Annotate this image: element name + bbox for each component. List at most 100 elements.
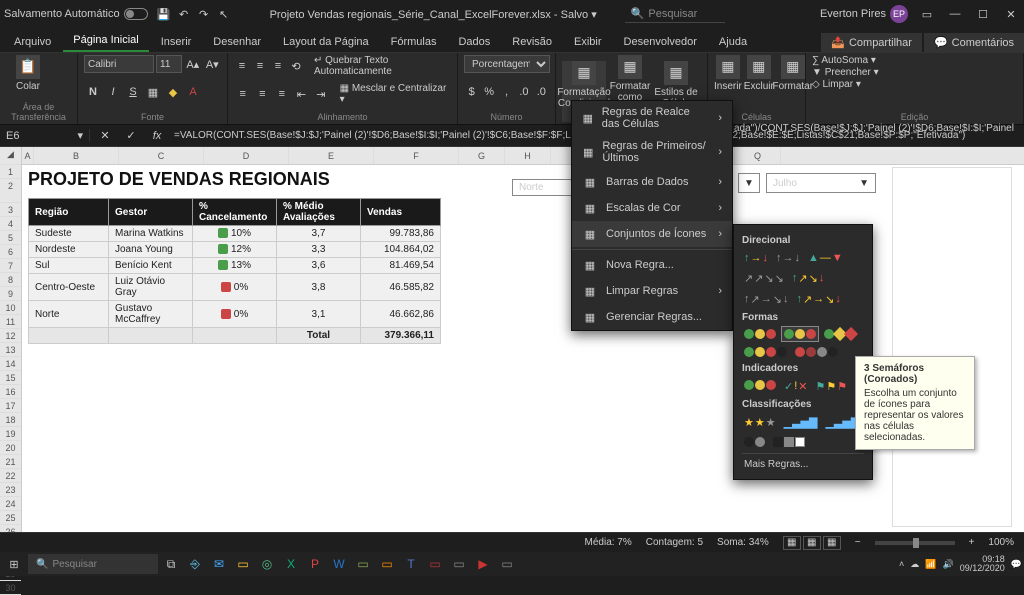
taskbar-app[interactable]: ▭: [232, 554, 254, 574]
currency-icon[interactable]: $: [464, 83, 479, 101]
align-bottom-icon[interactable]: ≡: [270, 57, 286, 75]
comments-button[interactable]: 💬 Comentários: [924, 33, 1024, 52]
iconset-arrows-5-gray[interactable]: ↑↗→↘↓: [742, 291, 790, 308]
bold-icon[interactable]: N: [84, 83, 102, 101]
iconset-symbols-circled[interactable]: [742, 378, 778, 395]
taskbar-app[interactable]: ▭: [352, 554, 374, 574]
autosave-toggle[interactable]: Salvamento Automático: [4, 8, 148, 20]
iconset-symbols[interactable]: ✓!✕: [782, 378, 810, 395]
iconset-stars[interactable]: ★★★: [742, 414, 778, 431]
taskbar-app[interactable]: ✉: [208, 554, 230, 574]
menu-data-bars[interactable]: ▦Barras de Dados›: [572, 169, 732, 195]
indent-in-icon[interactable]: ⇥: [312, 85, 330, 103]
font-color-icon[interactable]: A: [184, 83, 202, 101]
redo-icon[interactable]: ↷: [196, 6, 212, 22]
notifications-icon[interactable]: 💬: [1011, 559, 1022, 570]
align-top-icon[interactable]: ≡: [234, 57, 250, 75]
taskbar-app[interactable]: X: [280, 554, 302, 574]
align-right-icon[interactable]: ≡: [273, 85, 291, 103]
fill-color-icon[interactable]: ◆: [164, 83, 182, 101]
format-cells-button[interactable]: ▦Formatar: [776, 55, 810, 92]
iconset-traffic-4[interactable]: [742, 345, 789, 359]
iconset-flags[interactable]: ⚑⚑⚑: [814, 378, 850, 395]
accept-formula-icon[interactable]: ✓: [122, 127, 140, 145]
percent-icon[interactable]: %: [481, 83, 496, 101]
tab-pagina-inicial[interactable]: Página Inicial: [63, 30, 148, 52]
iconset-traffic-3-rimmed[interactable]: [782, 327, 818, 341]
menu-manage-rules[interactable]: ▦Gerenciar Regras...: [572, 304, 732, 330]
iconset-arrows-3-color[interactable]: ↑→↓: [742, 250, 770, 266]
region-selector[interactable]: Norte: [512, 179, 572, 196]
menu-icon-sets[interactable]: ▦Conjuntos de Ícones›: [572, 221, 732, 247]
tray-volume-icon[interactable]: 🔊: [943, 559, 954, 570]
taskbar-app[interactable]: ⎆: [184, 554, 206, 574]
month-selector[interactable]: Julho▼: [766, 173, 876, 193]
tab-revisao[interactable]: Revisão: [502, 32, 562, 52]
view-break-icon[interactable]: ▦: [823, 536, 841, 550]
merge-button[interactable]: ▦ Mesclar e Centralizar ▾: [340, 83, 451, 105]
comma-icon[interactable]: ,: [499, 83, 514, 101]
start-button[interactable]: ⊞: [2, 554, 26, 574]
increase-decimal-icon[interactable]: .0: [516, 83, 531, 101]
ribbon-options-icon[interactable]: ▭: [918, 5, 936, 23]
zoom-out-icon[interactable]: −: [855, 537, 861, 548]
tab-dados[interactable]: Dados: [448, 32, 500, 52]
orientation-icon[interactable]: ⟲: [288, 57, 304, 75]
tray-wifi-icon[interactable]: 📶: [925, 559, 936, 570]
grow-font-icon[interactable]: A▴: [184, 55, 202, 73]
menu-color-scales[interactable]: ▦Escalas de Cor›: [572, 195, 732, 221]
align-left-icon[interactable]: ≡: [234, 85, 252, 103]
font-name-select[interactable]: [84, 55, 154, 73]
taskbar-app[interactable]: ▭: [424, 554, 446, 574]
name-box[interactable]: E6▾: [0, 129, 90, 142]
zoom-in-icon[interactable]: +: [969, 537, 975, 548]
insert-cells-button[interactable]: ▦Inserir: [714, 55, 742, 92]
view-layout-icon[interactable]: ▦: [803, 536, 821, 550]
iconset-redblack[interactable]: [793, 345, 840, 359]
iconset-boxes[interactable]: [771, 435, 807, 449]
view-normal-icon[interactable]: ▦: [783, 536, 801, 550]
decrease-decimal-icon[interactable]: .0: [534, 83, 549, 101]
iconset-arrows-4-gray[interactable]: ↗↗↘↘: [742, 270, 786, 287]
minimize-icon[interactable]: —: [946, 5, 964, 23]
taskbar-app[interactable]: ▭: [496, 554, 518, 574]
close-icon[interactable]: ✕: [1002, 5, 1020, 23]
fx-icon[interactable]: fx: [148, 127, 166, 145]
align-center-icon[interactable]: ≡: [254, 85, 272, 103]
tab-layout[interactable]: Layout da Página: [273, 32, 379, 52]
tab-ajuda[interactable]: Ajuda: [709, 32, 757, 52]
maximize-icon[interactable]: ☐: [974, 5, 992, 23]
tray-chevron-icon[interactable]: ˄: [899, 559, 904, 569]
tray-cloud-icon[interactable]: ☁: [910, 559, 919, 570]
taskbar-clock[interactable]: 09:18 09/12/2020: [960, 555, 1005, 573]
iconset-signs[interactable]: [822, 327, 858, 341]
select-all-corner[interactable]: ◢: [0, 147, 21, 165]
search-box[interactable]: 🔍 Pesquisar: [625, 5, 725, 23]
user-account[interactable]: Everton Pires EP: [820, 5, 908, 23]
font-size-select[interactable]: [156, 55, 182, 73]
cursor-icon[interactable]: ↖: [216, 6, 232, 22]
border-icon[interactable]: ▦: [144, 83, 162, 101]
underline-icon[interactable]: S: [124, 83, 142, 101]
system-tray[interactable]: ˄ ☁ 📶 🔊 09:18 09/12/2020 💬: [899, 555, 1022, 573]
taskbar-app[interactable]: P: [304, 554, 326, 574]
delete-cells-button[interactable]: ▦Excluir: [744, 55, 774, 92]
selector-dropdown-1[interactable]: ▼: [738, 173, 760, 193]
number-format-select[interactable]: Porcentagem: [464, 55, 550, 73]
iconset-traffic-3[interactable]: [742, 327, 778, 341]
iconset-triangles[interactable]: ▲—▼: [806, 250, 845, 266]
cancel-formula-icon[interactable]: ✕: [96, 127, 114, 145]
more-rules-link[interactable]: Mais Regras...: [742, 456, 864, 473]
menu-new-rule[interactable]: ▦Nova Regra...: [572, 252, 732, 278]
task-view-icon[interactable]: ⧉: [160, 554, 182, 574]
tab-formulas[interactable]: Fórmulas: [381, 32, 447, 52]
share-button[interactable]: 📤 Compartilhar: [821, 33, 922, 52]
shrink-font-icon[interactable]: A▾: [204, 55, 222, 73]
paste-button[interactable]: 📋Colar: [6, 55, 50, 92]
taskbar-search[interactable]: 🔍 Pesquisar: [28, 554, 158, 574]
iconset-bars-4[interactable]: ▁▃▅▇: [782, 414, 820, 431]
zoom-level[interactable]: 100%: [988, 537, 1014, 548]
clear-button[interactable]: ◇ Limpar ▾: [812, 79, 861, 90]
file-name[interactable]: Projeto Vendas regionais_Série_Canal_Exc…: [270, 8, 597, 21]
autosum-button[interactable]: ∑ AutoSoma ▾: [812, 55, 876, 66]
